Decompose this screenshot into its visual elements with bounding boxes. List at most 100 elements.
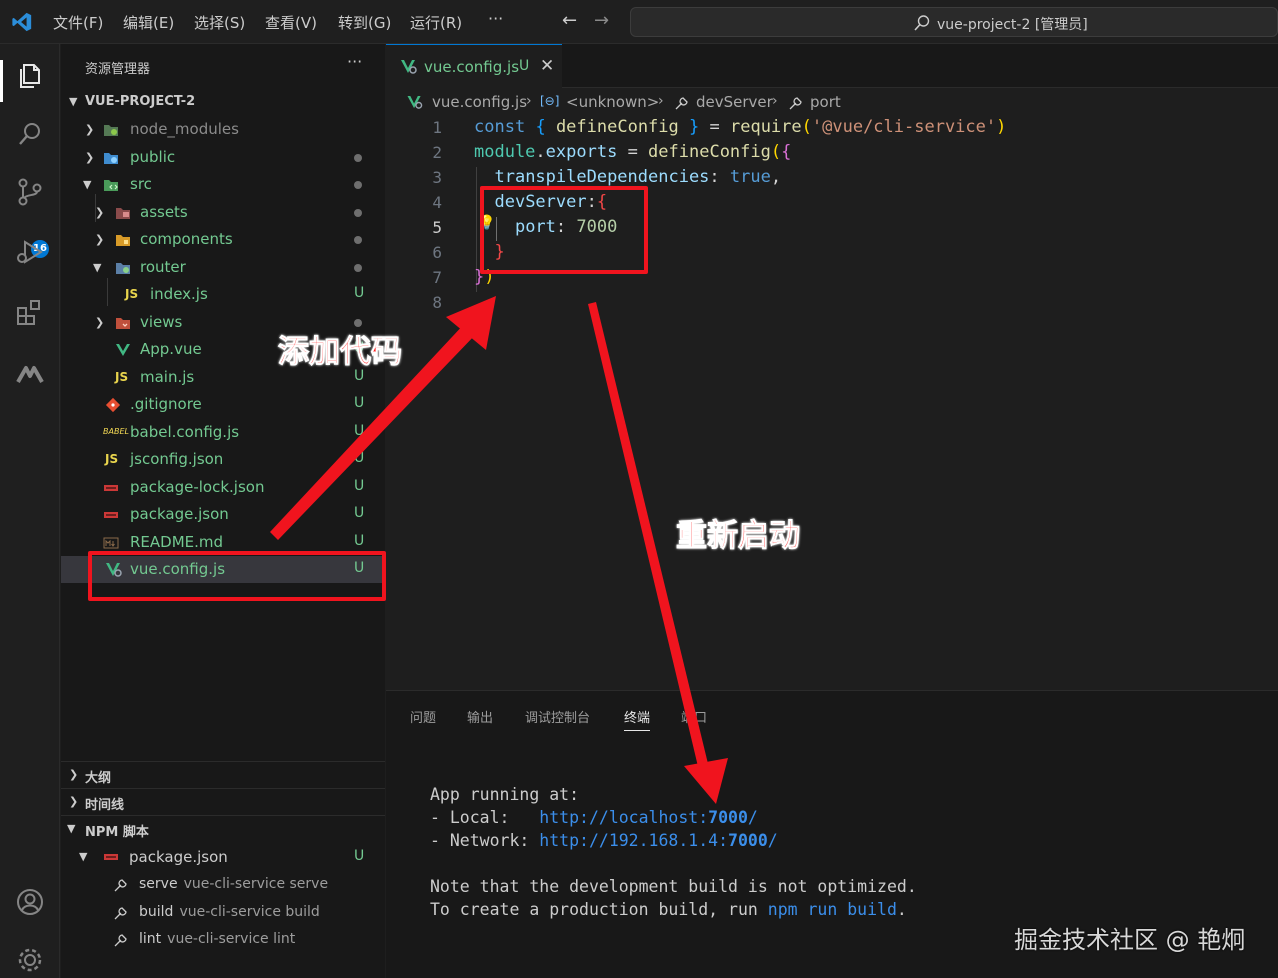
js-file-icon: JS — [115, 370, 129, 384]
breadcrumb-symbol-unknown[interactable]: <unknown> — [566, 93, 659, 111]
vue-file-icon — [116, 344, 130, 356]
menu-view[interactable]: 查看(V) — [265, 12, 317, 33]
tree-item-label: package.json — [130, 505, 229, 523]
watermark: 掘金技术社区 @ 艳炯 — [1014, 926, 1246, 954]
status-untracked: U — [354, 450, 365, 466]
breadcrumb-file[interactable]: vue.config.js — [432, 93, 527, 111]
tree-item-label: components — [140, 230, 233, 248]
npm-script-label: build vue-cli-service build — [139, 904, 320, 920]
tab-output[interactable]: 输出 — [467, 707, 493, 726]
vue-config-file-icon — [407, 95, 423, 109]
outline-section-label: 大纲 — [85, 771, 112, 786]
settings-gear-icon[interactable] — [12, 942, 48, 978]
back-arrow-icon[interactable]: ← — [562, 10, 577, 31]
status-untracked: U — [354, 285, 365, 301]
npm-script-lint[interactable]: lint vue-cli-service lint — [61, 927, 385, 953]
tree-item-label: main.js — [140, 368, 195, 386]
explorer-icon[interactable] — [12, 58, 48, 94]
source-control-icon[interactable] — [12, 174, 48, 210]
chevron-down-icon: ▼ — [67, 822, 76, 835]
tree-item-label: package-lock.json — [130, 478, 265, 496]
tab-ports[interactable]: 端口 — [681, 707, 707, 726]
tree-item-index-js[interactable]: JS index.js U — [61, 281, 385, 308]
wrench-icon — [114, 934, 127, 947]
menu-selection[interactable]: 选择(S) — [194, 12, 245, 33]
line-number: 3 — [432, 168, 442, 187]
chevron-right-icon: ❯ — [69, 795, 79, 808]
code-line-1: const { defineConfig } = require('@vue/c… — [474, 117, 1007, 137]
npm-package-json[interactable]: ▼ package.json U — [61, 844, 385, 870]
breadcrumb-symbol-devserver[interactable]: devServer — [696, 93, 773, 111]
tree-item-jsconfig[interactable]: JS jsconfig.json U — [61, 446, 385, 473]
folder-node-icon — [104, 125, 118, 136]
code-line-2: module.exports = defineConfig({ — [474, 142, 792, 162]
terminal-line: Note that the development build is not o… — [430, 877, 917, 896]
status-untracked: U — [354, 478, 365, 494]
search-icon[interactable] — [12, 116, 48, 152]
npm-file-icon — [104, 854, 118, 860]
tab-vue-config[interactable]: vue.config.js U ✕ — [386, 44, 562, 88]
tree-item-label: views — [140, 313, 183, 331]
folder-views-icon — [116, 318, 130, 329]
status-untracked: U — [354, 395, 365, 411]
command-center-label: vue-project-2 [管理员] — [937, 17, 1088, 33]
npm-file-icon — [104, 512, 118, 518]
tree-item-gitignore[interactable]: .gitignore U — [61, 391, 385, 418]
close-icon[interactable]: ✕ — [540, 56, 554, 76]
tree-item-package-lock[interactable]: package-lock.json U — [61, 474, 385, 501]
annotation-add-code: 添加代码 — [278, 334, 403, 371]
timeline-section-header[interactable]: ❯ 时间线 — [61, 788, 385, 814]
breadcrumb-symbol-port[interactable]: port — [810, 93, 841, 111]
command-center-search[interactable]: vue-project-2 [管理员] — [630, 7, 1278, 37]
remote-m-icon[interactable] — [12, 356, 48, 392]
line-number: 4 — [432, 193, 442, 212]
npm-scripts-section-header[interactable]: ▼ NPM 脚本 — [61, 815, 385, 841]
line-number: 1 — [432, 118, 442, 137]
run-debug-icon[interactable] — [12, 234, 48, 270]
folder-router-icon — [116, 263, 130, 274]
chevron-right-icon: › — [658, 93, 664, 109]
tab-status: U — [519, 58, 530, 74]
tree-item-public[interactable]: ❯ public — [61, 144, 385, 171]
vue-config-file-icon — [401, 60, 417, 74]
forward-arrow-icon[interactable]: → — [594, 10, 609, 31]
menu-edit[interactable]: 编辑(E) — [123, 12, 174, 33]
menu-file[interactable]: 文件(F) — [53, 12, 103, 33]
tree-item-node-modules[interactable]: ❯ node_modules — [61, 116, 385, 143]
tree-item-router[interactable]: ▼ router — [61, 254, 385, 281]
status-dot — [354, 181, 362, 189]
status-untracked: U — [354, 505, 365, 521]
chevron-down-icon: ▼ — [69, 95, 78, 108]
account-icon[interactable] — [12, 884, 48, 920]
outline-section-header[interactable]: ❯ 大纲 — [61, 761, 385, 787]
line-number: 7 — [432, 268, 442, 287]
tree-item-components[interactable]: ❯ components — [61, 226, 385, 253]
code-line-3: transpileDependencies: true, — [494, 167, 782, 187]
menu-run[interactable]: 运行(R) — [410, 12, 462, 33]
npm-script-label: serve vue-cli-service serve — [139, 876, 329, 892]
npm-script-serve[interactable]: serve vue-cli-service serve — [61, 872, 385, 898]
search-icon — [914, 15, 930, 31]
tree-item-package-json[interactable]: package.json U — [61, 501, 385, 528]
status-untracked: U — [354, 533, 365, 549]
highlight-box-devserver — [480, 186, 648, 274]
chevron-down-icon: ▼ — [83, 178, 92, 191]
menu-go[interactable]: 转到(G) — [338, 12, 391, 33]
wrench-icon — [114, 907, 127, 920]
wrench-icon — [675, 97, 688, 110]
extensions-icon[interactable] — [12, 294, 48, 330]
terminal-line: To create a production build, run npm ru… — [430, 900, 907, 919]
tab-debug-console[interactable]: 调试控制台 — [525, 707, 590, 726]
npm-script-build[interactable]: build vue-cli-service build — [61, 900, 385, 926]
tab-label: vue.config.js — [424, 58, 520, 76]
explorer-more-button[interactable]: ··· — [347, 52, 362, 71]
tab-terminal[interactable]: 终端 — [624, 707, 651, 731]
tree-item-assets[interactable]: ❯ assets — [61, 199, 385, 226]
project-folder-header[interactable]: ▼ VUE-PROJECT-2 — [61, 90, 385, 114]
highlight-box-vue-config — [88, 551, 386, 601]
tab-problems[interactable]: 问题 — [410, 707, 436, 726]
tree-item-babel-config[interactable]: BABEL babel.config.js U — [61, 419, 385, 446]
menu-more-button[interactable]: ··· — [488, 9, 503, 28]
tree-item-src[interactable]: ▼ src — [61, 171, 385, 198]
terminal-line: App running at: — [430, 785, 580, 804]
